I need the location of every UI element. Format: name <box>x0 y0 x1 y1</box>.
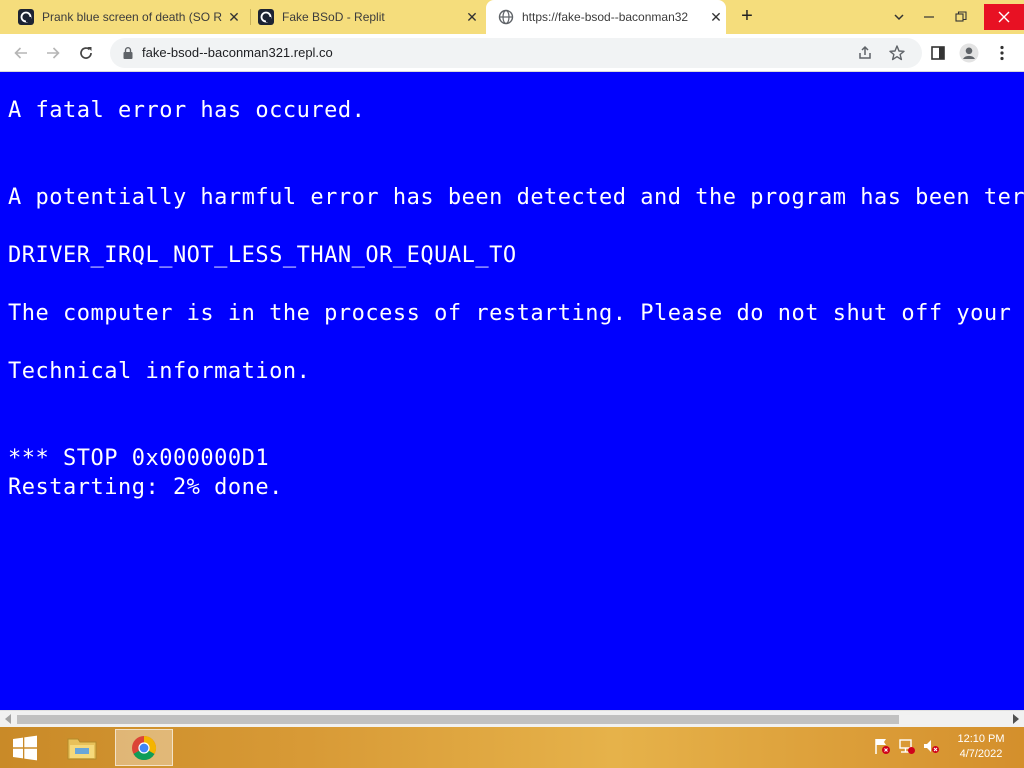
tab-fake-bsod-active[interactable]: https://fake-bsod--baconman32 ✕ <box>486 0 726 34</box>
lock-icon[interactable] <box>121 46 135 60</box>
bookmark-star-icon[interactable] <box>888 44 906 62</box>
bsod-page: A fatal error has occured. A potentially… <box>0 72 1024 710</box>
side-panel-icon[interactable] <box>928 43 948 63</box>
tab-strip: Prank blue screen of death (SO R ✕ Fake … <box>0 0 1024 34</box>
action-center-flag-icon[interactable] <box>873 736 891 756</box>
menu-kebab-icon[interactable] <box>992 43 1012 63</box>
close-tab-icon[interactable]: ✕ <box>706 7 726 27</box>
file-explorer-button[interactable] <box>58 729 106 766</box>
scroll-left-icon[interactable] <box>5 714 11 724</box>
browser-toolbar: fake-bsod--baconman321.repl.co <box>0 34 1024 72</box>
tab-title: Prank blue screen of death (SO R <box>42 10 223 24</box>
forward-icon[interactable] <box>41 41 65 65</box>
replit-icon <box>258 9 274 25</box>
tab-prank-bsod[interactable]: Prank blue screen of death (SO R ✕ <box>18 0 244 34</box>
bsod-heading: A fatal error has occured. <box>8 98 366 123</box>
tab-title: https://fake-bsod--baconman32 <box>522 10 689 24</box>
replit-icon <box>18 9 34 25</box>
scrollbar-thumb[interactable] <box>17 715 899 724</box>
tab-fake-bsod-replit[interactable]: Fake BSoD - Replit ✕ <box>258 0 482 34</box>
windows-logo-icon <box>13 735 37 760</box>
chrome-taskbar-button[interactable] <box>115 729 173 766</box>
bsod-restart-notice: The computer is in the process of restar… <box>8 301 1012 326</box>
close-tab-icon[interactable]: ✕ <box>224 7 244 27</box>
bsod-error-code: DRIVER_IRQL_NOT_LESS_THAN_OR_EQUAL_TO <box>8 243 517 268</box>
bsod-stop-code: *** STOP 0x000000D1 <box>8 446 270 471</box>
volume-muted-icon[interactable] <box>922 736 940 756</box>
globe-icon <box>498 9 514 25</box>
bsod-technical-info-label: Technical information. <box>8 359 311 384</box>
windows-taskbar: 12:10 PM 4/7/2022 <box>0 727 1024 768</box>
scroll-right-icon[interactable] <box>1013 714 1019 724</box>
reload-icon[interactable] <box>74 41 98 65</box>
network-icon[interactable] <box>898 736 916 756</box>
tab-search-chevron-icon[interactable] <box>884 4 914 30</box>
close-window-icon[interactable] <box>984 4 1024 30</box>
profile-avatar-icon[interactable] <box>959 43 979 63</box>
chrome-icon <box>132 735 157 760</box>
bsod-restart-progress: Restarting: 2% done. <box>8 475 283 500</box>
back-icon[interactable] <box>9 41 33 65</box>
url-text[interactable]: fake-bsod--baconman321.repl.co <box>142 45 333 60</box>
tab-separator <box>250 9 251 25</box>
start-button[interactable] <box>0 729 50 766</box>
horizontal-scrollbar[interactable] <box>0 710 1024 727</box>
close-tab-icon[interactable]: ✕ <box>462 7 482 27</box>
folder-icon <box>67 738 97 759</box>
bsod-error-detected: A potentially harmful error has been det… <box>8 185 1024 210</box>
clock-time: 12:10 PM <box>957 733 1005 745</box>
new-tab-button[interactable]: + <box>737 6 757 27</box>
minimize-icon[interactable] <box>914 4 944 30</box>
restore-icon[interactable] <box>946 4 976 30</box>
clock-date: 4/7/2022 <box>959 748 1003 760</box>
tab-title: Fake BSoD - Replit <box>282 10 385 24</box>
share-icon[interactable] <box>856 44 874 62</box>
address-bar[interactable]: fake-bsod--baconman321.repl.co <box>110 38 922 68</box>
system-clock[interactable]: 12:10 PM 4/7/2022 <box>948 732 1014 762</box>
